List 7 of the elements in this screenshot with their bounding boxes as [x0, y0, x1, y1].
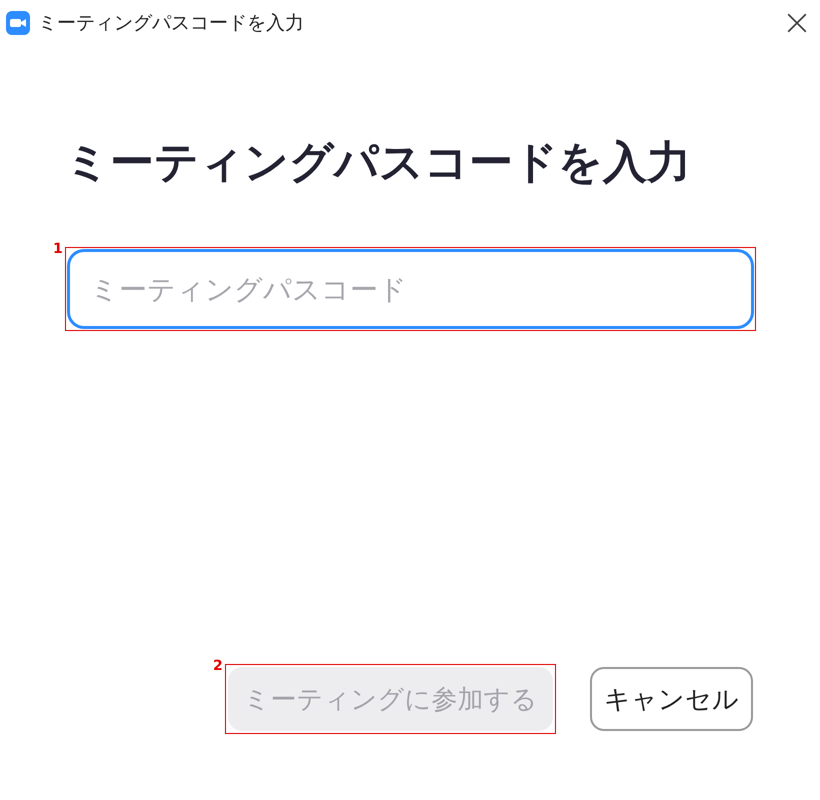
passcode-field[interactable]: ミーティングパスコード — [68, 250, 753, 328]
annotation-number: 1 — [53, 241, 63, 257]
window-title: ミーティングパスコードを入力 — [38, 10, 305, 36]
cancel-button[interactable]: キャンセル — [590, 667, 753, 731]
video-camera-icon — [6, 10, 30, 34]
annotation-number: 2 — [213, 658, 223, 674]
dialog-heading: ミーティングパスコードを入力 — [65, 136, 692, 190]
